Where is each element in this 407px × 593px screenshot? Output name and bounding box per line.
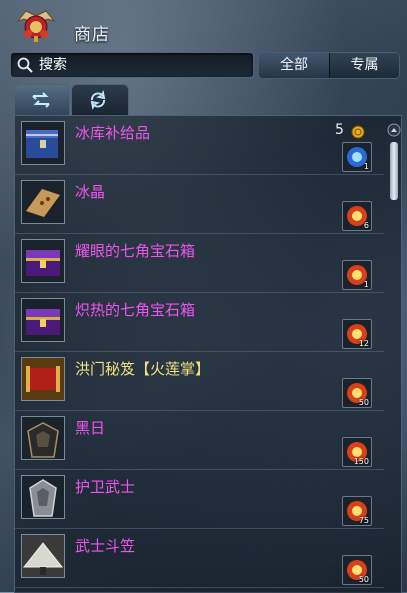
list-item[interactable]: 护卫武士 75 (15, 470, 384, 529)
search-box[interactable] (10, 52, 254, 78)
item-name: 黑日 (75, 419, 106, 437)
currency-qty: 12 (358, 339, 369, 348)
tab-refresh[interactable] (71, 84, 129, 115)
currency-qty: 75 (358, 516, 369, 525)
currency-qty: 50 (358, 398, 369, 407)
search-icon (16, 56, 34, 74)
list-item[interactable]: 洪门秘笈【火莲掌】 50 (15, 352, 384, 411)
lantern-crest-icon (14, 5, 58, 43)
fire-orb-icon: 75 (342, 496, 372, 526)
filter-all-button[interactable]: 全部 (259, 53, 330, 78)
purple-chest-icon (21, 239, 65, 283)
blue-chest-icon (21, 121, 65, 165)
fire-orb-icon: 6 (342, 201, 372, 231)
currency-qty: 6 (363, 221, 369, 230)
fire-orb-icon: 12 (342, 319, 372, 349)
silver-armor-icon (21, 475, 65, 519)
swap-arrows-icon (32, 92, 50, 108)
fire-orb-icon: 150 (342, 437, 372, 467)
item-name: 耀眼的七角宝石箱 (75, 242, 196, 260)
fire-orb-icon: 1 (342, 260, 372, 290)
filter-exclusive-button[interactable]: 专属 (330, 53, 399, 78)
currency-qty: 150 (353, 457, 369, 466)
list-item[interactable]: 炽热的七角宝石箱 12 (15, 293, 384, 352)
list-item[interactable]: 冰库补给品 1 (15, 116, 384, 175)
scrollbar-thumb[interactable] (390, 142, 398, 200)
item-name: 武士斗笠 (75, 537, 136, 555)
gold-coin-icon (351, 124, 365, 139)
item-name: 冰晶 (75, 183, 106, 201)
item-name: 冰库补给品 (75, 124, 151, 142)
item-name: 洪门秘笈【火莲掌】 (75, 360, 211, 378)
item-name: 护卫武士 (75, 478, 136, 496)
scrollbar-track[interactable] (391, 142, 397, 582)
purple-chest-icon (21, 298, 65, 342)
list-item[interactable]: 黑日 150 (15, 411, 384, 470)
scroll-up-button[interactable] (387, 122, 401, 137)
item-name: 炽热的七角宝石箱 (75, 301, 196, 319)
list-item[interactable]: 武士斗笠 50 (15, 529, 384, 588)
list-item[interactable]: 冰晶 6 (15, 175, 384, 234)
crystal-scroll-icon (21, 180, 65, 224)
item-list: 冰库补给品 1 冰晶 6 耀眼的七角宝石箱 1 炽热的七角宝石箱 12 洪门秘笈… (14, 115, 402, 593)
filter-toggle: 全部 专属 (258, 52, 400, 79)
fire-orb-icon: 50 (342, 555, 372, 585)
blue-orb-icon: 1 (342, 142, 372, 172)
list-item[interactable]: 耀眼的七角宝石箱 1 (15, 234, 384, 293)
straw-hat-icon (21, 534, 65, 578)
dark-armor-icon (21, 416, 65, 460)
fire-orb-icon: 50 (342, 378, 372, 408)
shop-header: 商店 (0, 0, 407, 46)
currency-qty: 1 (363, 162, 369, 171)
currency-qty: 1 (363, 280, 369, 289)
price-amount: 5 (335, 122, 344, 138)
page-title: 商店 (74, 25, 110, 45)
currency-qty: 50 (358, 575, 369, 584)
shop-panel: 商店 全部 专属 冰库补给品 (0, 0, 407, 593)
search-input[interactable] (37, 54, 251, 76)
scroll-icon (21, 357, 65, 401)
tab-exchange[interactable] (14, 84, 70, 115)
refresh-icon (90, 90, 106, 110)
